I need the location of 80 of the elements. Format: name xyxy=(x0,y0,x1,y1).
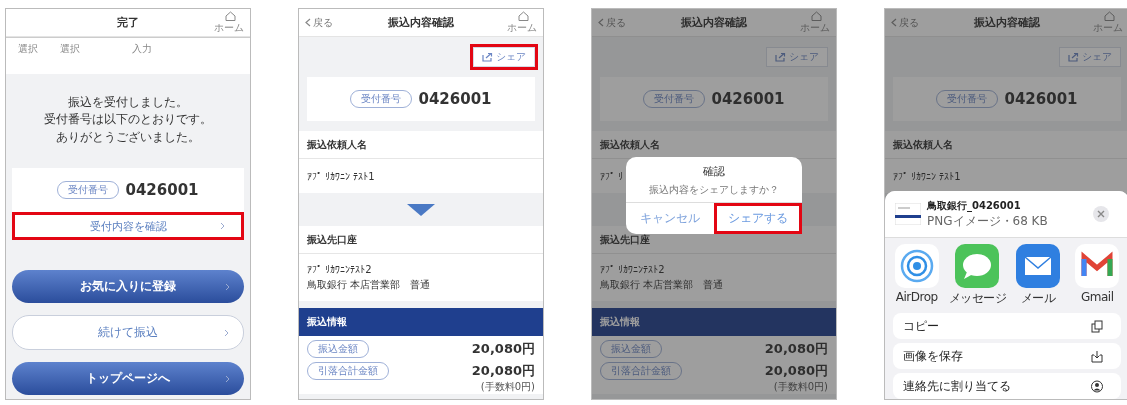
action-button[interactable]: お気に入りに登録 xyxy=(12,270,244,304)
payee-name: ｱﾌﾟ ﾘｶﾜﾆﾝﾃｽﾄ2 xyxy=(600,263,665,275)
speech-bubble-icon[interactable] xyxy=(955,244,1000,288)
home-button[interactable]: ホーム xyxy=(487,10,537,35)
amount-value: 20,080円 xyxy=(764,362,828,380)
section-heading: 振込情報 xyxy=(592,308,836,336)
app-label: Gmail xyxy=(1081,290,1114,304)
share-action[interactable]: コピー xyxy=(893,313,1121,339)
home-icon xyxy=(1104,10,1115,21)
section-heading: 振込依頼人名 xyxy=(299,131,543,159)
payee-name: ｱﾌﾟ ﾘｶﾜﾆﾝﾃｽﾄ2 xyxy=(307,263,372,275)
fee-note: (手数料0円) xyxy=(480,380,535,394)
share-action[interactable]: 画像を保存 xyxy=(893,343,1121,369)
amount-value: 20,080円 xyxy=(764,340,828,358)
back-chevron-icon xyxy=(891,18,897,27)
chevron-icon xyxy=(220,222,225,231)
back-chevron-icon xyxy=(598,18,604,27)
share-icon xyxy=(775,52,786,62)
action-button[interactable]: トップページへ xyxy=(12,362,244,396)
section-heading: 振込情報 xyxy=(299,308,543,336)
envelope-icon[interactable] xyxy=(1015,244,1060,288)
message-text: ありがとうございました。 xyxy=(56,128,200,146)
view-details-link[interactable]: 受付内容を確認 xyxy=(12,212,244,241)
share-button[interactable]: シェア xyxy=(766,47,828,67)
sender-name: ｱﾌﾟ ﾘｶﾜﾆﾝ ﾃｽﾄ1 xyxy=(307,170,375,182)
home-button[interactable]: ホーム xyxy=(194,10,244,35)
home-icon xyxy=(518,10,529,21)
screen-title: 振込内容確認 xyxy=(680,15,748,30)
back-button[interactable]: 戻る xyxy=(305,15,355,30)
amount-value: 20,080円 xyxy=(471,362,535,380)
back-button[interactable]: 戻る xyxy=(891,15,941,30)
receipt-number: 0426001 xyxy=(125,181,199,200)
share-action[interactable]: 連絡先に割り当てる xyxy=(893,373,1121,399)
message-text: 受付番号は以下のとおりです。 xyxy=(44,111,212,129)
document-thumbnail-icon xyxy=(895,203,921,225)
share-icon xyxy=(1068,52,1079,62)
chevron-icon xyxy=(224,328,229,337)
section-heading: 振込依頼人名 xyxy=(885,131,1127,159)
sender-name: ｱﾌﾟ ﾘｶﾜﾆﾝ ﾃｽﾄ1 xyxy=(893,170,961,182)
close-icon[interactable] xyxy=(1093,206,1109,222)
receipt-number: 0426001 xyxy=(1004,90,1078,108)
share-icon xyxy=(482,52,493,62)
back-button[interactable]: 戻る xyxy=(598,15,648,30)
screen-title: 振込内容確認 xyxy=(387,15,455,30)
app-label: メッセージ xyxy=(948,290,1006,307)
chevron-icon xyxy=(225,374,230,383)
dialog-title: 確認 xyxy=(703,164,725,179)
dialog-message: 振込内容をシェアしますか？ xyxy=(649,183,779,197)
home-icon xyxy=(811,10,822,21)
file-info: PNGイメージ・68 KB xyxy=(927,212,1049,230)
share-button[interactable]: シェア xyxy=(473,47,535,67)
chevron-icon xyxy=(225,282,230,291)
bank-branch: 鳥取銀行 本店営業部 普通 xyxy=(307,277,431,292)
screen-title: 完了 xyxy=(116,15,140,30)
airdrop-icon[interactable] xyxy=(894,244,939,288)
back-chevron-icon xyxy=(305,18,311,27)
contact-icon xyxy=(1091,379,1103,393)
section-heading: 振込先口座 xyxy=(299,226,543,254)
copy-icon xyxy=(1091,319,1103,333)
step-label: 選択 xyxy=(60,42,80,56)
step-label: 入力 xyxy=(132,42,152,56)
letter-m-icon[interactable] xyxy=(1075,244,1120,288)
save-icon xyxy=(1091,349,1103,363)
receipt-number: 0426001 xyxy=(711,90,785,108)
share-button[interactable]: シェア xyxy=(1059,47,1121,67)
message-text: 振込を受付しました。 xyxy=(68,94,188,111)
app-label: メール xyxy=(1020,290,1055,307)
sender-name: ｱﾌﾟ ﾘ xyxy=(600,170,624,182)
section-heading: 振込依頼人名 xyxy=(592,131,836,159)
home-icon xyxy=(225,10,236,21)
screen-title: 振込内容確認 xyxy=(973,15,1041,30)
confirm-button[interactable]: シェアする xyxy=(714,203,802,234)
bank-branch: 鳥取銀行 本店営業部 普通 xyxy=(600,277,724,292)
receipt-number: 0426001 xyxy=(418,90,492,108)
fee-note: (手数料0円) xyxy=(773,380,828,394)
action-button[interactable]: 続けて振込 xyxy=(12,315,244,351)
amount-value: 20,080円 xyxy=(471,340,535,358)
file-name: 鳥取銀行_0426001 xyxy=(927,198,1022,213)
step-label: 選択 xyxy=(18,42,38,56)
app-label: AirDrop xyxy=(895,290,938,304)
